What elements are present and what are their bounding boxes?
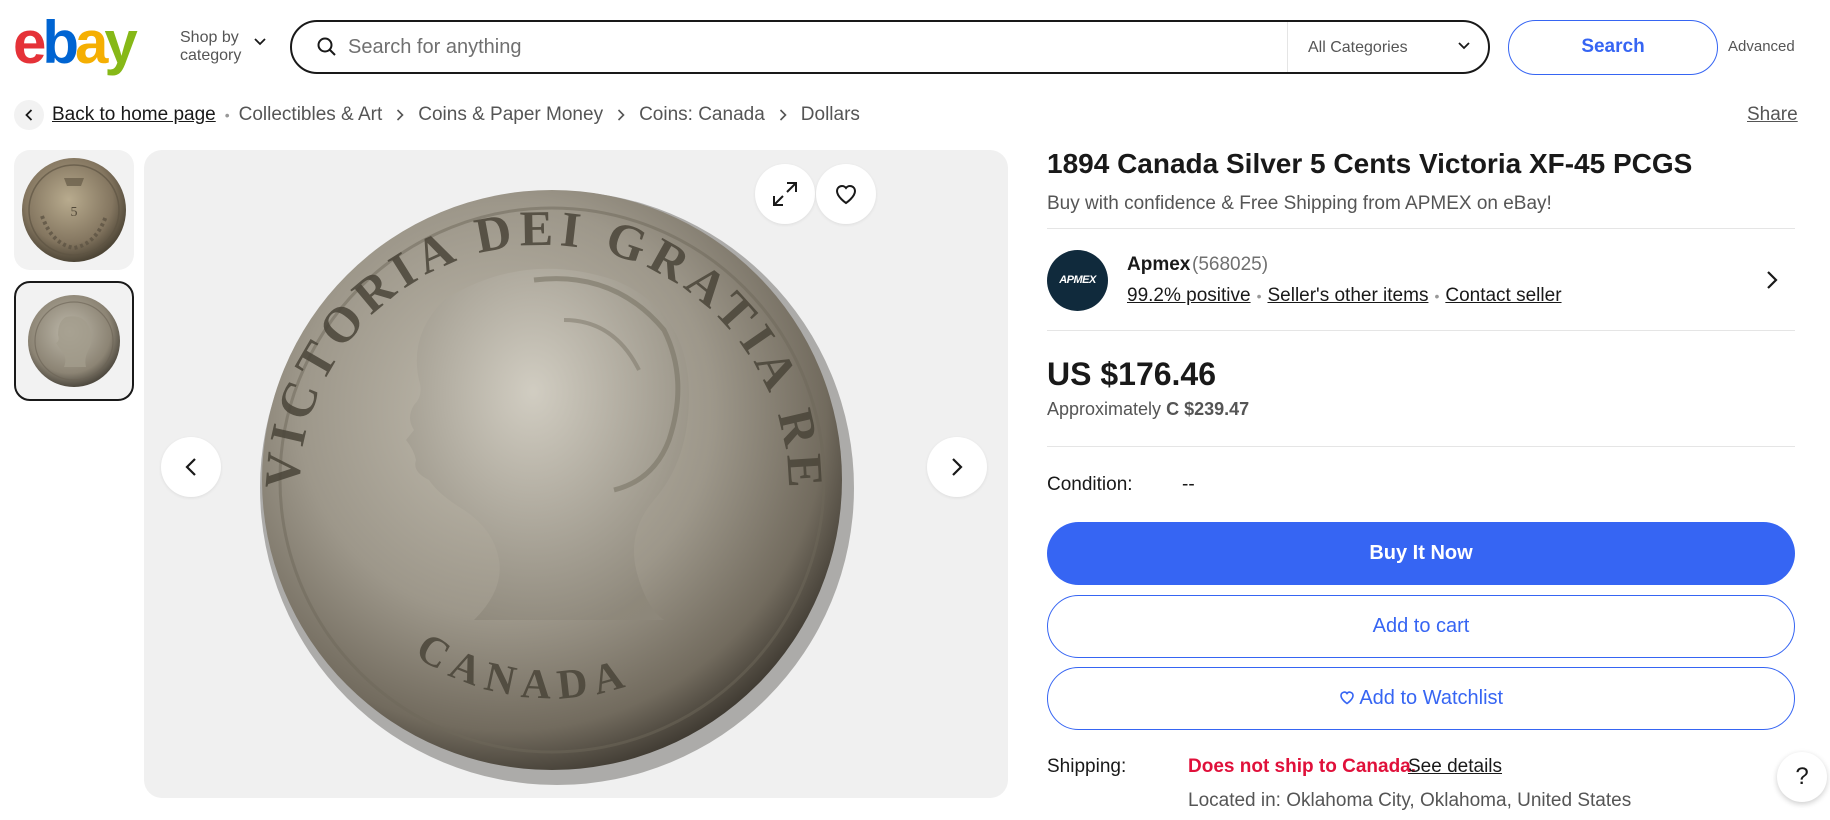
item-location: Located in: Oklahoma City, Oklahoma, Uni… (1188, 790, 1632, 811)
add-to-watchlist-button[interactable]: Add to Watchlist (1047, 667, 1795, 730)
previous-image-button[interactable] (161, 437, 221, 497)
help-button[interactable]: ? (1777, 752, 1827, 802)
chevron-right-icon (1767, 271, 1778, 289)
category-select[interactable]: All Categories (1287, 22, 1488, 72)
expand-icon (773, 182, 797, 206)
coin-obverse-image (28, 295, 120, 387)
svg-text:5: 5 (71, 205, 78, 220)
thumbnail-reverse[interactable]: 5 (14, 150, 134, 270)
breadcrumb: Back to home page • Collectibles & Art C… (14, 100, 860, 130)
category-select-value: All Categories (1308, 39, 1408, 56)
separator-dot: • (1256, 288, 1262, 304)
search-icon (317, 37, 336, 56)
add-to-cart-button[interactable]: Add to cart (1047, 595, 1795, 658)
chevron-right-icon (779, 109, 787, 121)
chevron-right-icon (617, 109, 625, 121)
approx-price: Approximately C $239.47 (1047, 399, 1249, 420)
back-to-home-link[interactable]: Back to home page (52, 104, 216, 126)
chevron-down-icon (254, 38, 266, 46)
condition-value: -- (1182, 474, 1195, 495)
coin-reverse-image: 5 (22, 158, 126, 262)
seller-name[interactable]: Apmex (1127, 254, 1190, 276)
buy-it-now-button[interactable]: Buy It Now (1047, 522, 1795, 585)
heart-icon (1340, 691, 1354, 705)
seller-feedback-count: (568025) (1192, 254, 1269, 275)
seller-logo[interactable]: APMEX (1047, 250, 1108, 311)
ebay-logo[interactable]: ebay (13, 12, 138, 74)
share-link[interactable]: Share (1747, 104, 1798, 126)
contact-seller-link[interactable]: Contact seller (1445, 285, 1561, 307)
shipping-warning: Does not ship to Canada. (1188, 756, 1417, 777)
back-button[interactable] (14, 100, 44, 130)
approx-label: Approximately (1047, 399, 1162, 419)
breadcrumb-item[interactable]: Collectibles & Art (239, 104, 383, 126)
thumbnail-obverse[interactable] (14, 281, 134, 401)
chevron-down-icon (1458, 42, 1470, 50)
coin-obverse-image: VICTORIA DEI GRATIA REGINA CANADA (144, 150, 854, 785)
approx-value: C $239.47 (1166, 399, 1250, 419)
divider (1047, 330, 1795, 331)
heart-icon (835, 185, 857, 205)
chevron-right-icon (952, 458, 963, 476)
divider (1047, 228, 1795, 229)
listing-subtitle: Buy with confidence & Free Shipping from… (1047, 193, 1552, 214)
divider (1047, 446, 1795, 447)
breadcrumb-item[interactable]: Dollars (801, 104, 860, 126)
seller-details-button[interactable] (1766, 270, 1778, 295)
search-bar: All Categories (290, 20, 1490, 74)
see-details-link[interactable]: See details (1408, 756, 1502, 778)
price: US $176.46 (1047, 356, 1217, 392)
chevron-left-icon (185, 458, 196, 476)
separator-dot: • (224, 107, 230, 123)
favorite-button[interactable] (816, 164, 876, 224)
chevron-right-icon (396, 109, 404, 121)
listing-title: 1894 Canada Silver 5 Cents Victoria XF-4… (1047, 148, 1693, 179)
seller-positive-link[interactable]: 99.2% positive (1127, 285, 1251, 307)
breadcrumb-item[interactable]: Coins: Canada (639, 104, 765, 126)
shop-by-category-label: Shop by category (180, 29, 242, 64)
breadcrumb-item[interactable]: Coins & Paper Money (418, 104, 603, 126)
advanced-search-link[interactable]: Advanced (1728, 38, 1795, 55)
seller-links: 99.2% positive • Seller's other items • … (1127, 285, 1562, 307)
search-input[interactable] (348, 30, 1348, 64)
seller-other-items-link[interactable]: Seller's other items (1267, 285, 1428, 307)
add-to-watchlist-label: Add to Watchlist (1359, 687, 1504, 709)
shop-by-category-button[interactable]: Shop by category (180, 29, 270, 65)
site-header: ebay Shop by category All Categories Sea… (0, 0, 1830, 96)
main-product-image[interactable]: VICTORIA DEI GRATIA REGINA CANADA (144, 150, 1008, 798)
search-button[interactable]: Search (1508, 20, 1718, 75)
shipping-label: Shipping: (1047, 756, 1127, 777)
chevron-left-icon (25, 109, 33, 121)
separator-dot: • (1434, 288, 1440, 304)
expand-image-button[interactable] (755, 164, 815, 224)
condition-label: Condition: (1047, 474, 1133, 495)
next-image-button[interactable] (927, 437, 987, 497)
